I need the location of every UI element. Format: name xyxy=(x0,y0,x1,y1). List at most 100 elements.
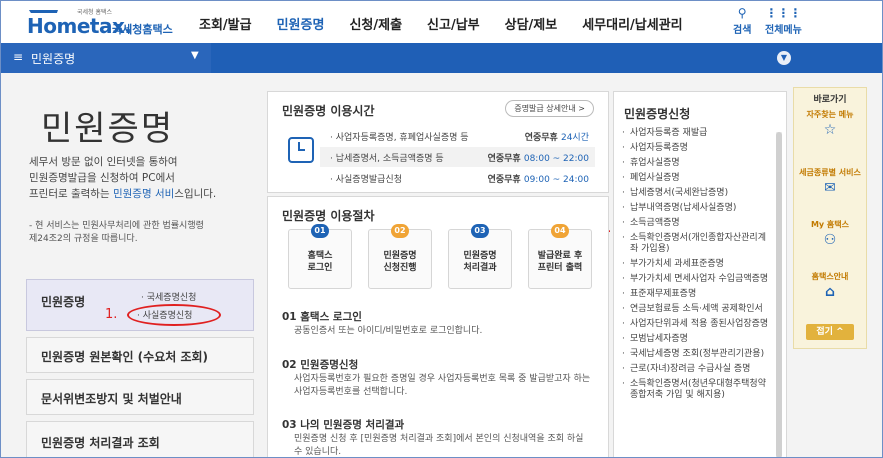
menu-result-inquiry[interactable]: 민원증명 처리결과 조회 xyxy=(26,421,254,457)
step-text: 홈택스 로그인 xyxy=(289,250,351,274)
clock-icon xyxy=(288,137,314,163)
user-icon: ⚇ xyxy=(823,232,837,248)
procedure-card: 민원증명 이용절차 01 홈택스 로그인 02 민원증명 신청진행 03 민원증명 처… xyxy=(267,196,609,457)
hours-title: 민원증명 이용시간 xyxy=(282,104,375,118)
step-number: 04 xyxy=(551,224,569,238)
apply-list-item[interactable]: 사업자등록증 재발급 xyxy=(622,128,772,139)
law-notice: - 현 서비스는 민원사무처리에 관한 법률시행령 제24조2의 규정을 따릅니… xyxy=(29,220,259,246)
menu-original-verify[interactable]: 민원증명 원본확인 (수요처 조회) xyxy=(26,337,254,373)
apply-list-item[interactable]: 연금보험료등 소득·세액 공제확인서 xyxy=(622,304,772,315)
apply-list-panel: 민원증명신청 사업자등록증 재발급사업자등록증명휴업사실증명폐업사실증명납세증명… xyxy=(613,91,787,457)
national-tax-cert-link[interactable]: · 국세증명신청 xyxy=(141,290,196,303)
procedure-item-desc: 사업자등록번호가 필요한 증명일 경우 사업자등록번호 목록 중 발급받고자 하… xyxy=(294,374,591,397)
quick-tax-type-service[interactable]: 세금종류별 서비스 ✉ xyxy=(794,168,866,196)
law-notice-line: 제24조2의 규정을 따릅니다. xyxy=(29,234,138,244)
search-label: 검색 xyxy=(733,25,752,36)
expand-circle-icon[interactable]: ▼ xyxy=(777,51,791,65)
hours-row-time: 연중무휴 08:00 ~ 22:00 xyxy=(488,151,589,164)
sub-navigation-bar: ≡ 민원증명 ▼ ▼ xyxy=(1,43,882,73)
apply-list-item[interactable]: 사업자등록증명 xyxy=(622,143,772,154)
menu-certificate[interactable]: 민원증명 · 국세증명신청 · 사실증명신청 xyxy=(26,279,254,331)
intro-line: 민원증명발급을 신청하여 PC에서 xyxy=(29,172,175,184)
apply-list-item[interactable]: 표준재무제표증명 xyxy=(622,289,772,300)
hours-card: 민원증명 이용시간 증명발급 상세안내 > · 사업자등록증명, 휴폐업사실증명… xyxy=(267,91,609,193)
quick-hometax-guide[interactable]: 홈택스안내 ⌂ xyxy=(794,272,866,300)
hours-row-prefix: 연중무휴 xyxy=(524,133,561,143)
hours-row: · 사실증명발급신청 연중무휴 09:00 ~ 24:00 xyxy=(320,168,595,188)
quick-links-panel: 바로가기 자주찾는 메뉴 ☆ 세금종류별 서비스 ✉ My 홈택스 ⚇ 홈택스안… xyxy=(793,87,867,349)
apply-list-item[interactable]: 폐업사실증명 xyxy=(622,173,772,184)
procedure-item-title: 03 나의 민원증명 처리결과 xyxy=(282,419,405,431)
step-text: 민원증명처리결과 xyxy=(449,250,511,274)
nav-item-certificate[interactable]: 민원증명 xyxy=(277,14,325,33)
procedure-item-desc: 민원증명 신청 후 [민원증명 처리결과 조회]에서 본인의 신청내역을 조회 … xyxy=(294,434,584,457)
step-number: 01 xyxy=(311,224,329,238)
procedure-steps: 01 홈택스 로그인 02 민원증명신청진행 03 민원증명처리결과 04 발급완… xyxy=(282,224,592,289)
step-text: 발급완료 후 프린터 출력 xyxy=(529,250,591,274)
grid-icon: ⋮⋮⋮ xyxy=(765,6,802,20)
nav-item-inquiry[interactable]: 조회/발급 xyxy=(199,14,252,33)
step-line: 민원증명 xyxy=(383,251,417,261)
apply-list-item[interactable]: 부가가치세 과세표준증명 xyxy=(622,259,772,270)
quick-favorite-menu[interactable]: 자주찾는 메뉴 ☆ xyxy=(794,110,866,138)
scrollbar-thumb[interactable] xyxy=(776,132,782,457)
intro-text: 세무서 방문 없이 인터넷을 통하여 민원증명발급을 신청하여 PC에서 프린터… xyxy=(29,154,259,202)
hamburger-icon: ≡ xyxy=(13,50,24,64)
apply-list-item[interactable]: 근로(자녀)장려금 수급사실 증명 xyxy=(622,364,772,375)
hours-row: · 납세증명서, 소득금액증명 등 연중무휴 08:00 ~ 22:00 xyxy=(320,147,595,167)
home-icon: ⌂ xyxy=(824,284,836,300)
intro-line: 프린터로 출력하는 민원증명 서비스입니다. xyxy=(29,186,259,202)
annotation-oval-1 xyxy=(127,304,221,326)
nav-item-apply[interactable]: 신청/제출 xyxy=(349,14,402,33)
apply-list-item[interactable]: 납부내역증명(납세사실증명) xyxy=(622,203,772,214)
intro-service-link[interactable]: 민원증명 서비 xyxy=(113,188,174,200)
star-icon: ☆ xyxy=(823,122,837,138)
apply-list-item[interactable]: 부가가치세 면세사업자 수입금액증명 xyxy=(622,274,772,285)
nav-item-report-pay[interactable]: 신고/납부 xyxy=(427,14,480,33)
section-dropdown[interactable]: ≡ 민원증명 ▼ xyxy=(1,43,211,73)
step-number: 02 xyxy=(391,224,409,238)
step-line: 프린터 출력 xyxy=(537,263,583,273)
hours-row-name-text: 납세증명서, 소득금액증명 등 xyxy=(335,154,444,164)
page-title: 민원증명 xyxy=(41,109,175,149)
quick-my-hometax[interactable]: My 홈택스 ⚇ xyxy=(794,220,866,248)
search-button[interactable]: ⚲ 검색 xyxy=(733,7,751,36)
step-line: 신청진행 xyxy=(383,263,417,273)
apply-list-item[interactable]: 국세납세증명 조회(정부관리기관용) xyxy=(622,349,772,360)
quick-item-label: 홈택스안내 xyxy=(811,272,849,281)
step-line: 처리결과 xyxy=(463,263,497,273)
hours-row-name-text: 사실증명발급신청 xyxy=(335,175,402,185)
apply-list-item[interactable]: 휴업사실증명 xyxy=(622,158,772,169)
top-header: 국세청 홈택스 Hometax. 국세청홈택스 조회/발급 민원증명 신청/제출… xyxy=(1,1,882,41)
envelope-icon: ✉ xyxy=(824,180,836,196)
procedure-item-desc: 공동인증서 또는 아이디/비밀번호로 로그인합니다. xyxy=(294,326,483,336)
apply-list-item[interactable]: 소득확인증명서(청년우대형주택청약종합저축 가입 및 해지용) xyxy=(622,379,772,401)
all-menu-button[interactable]: ⋮⋮⋮ 전체메뉴 xyxy=(765,7,802,36)
menu-result-inquiry-label: 민원증명 처리결과 조회 xyxy=(41,436,160,450)
quick-item-label: 자주찾는 메뉴 xyxy=(806,110,854,119)
step-apply: 02 민원증명신청진행 xyxy=(368,224,432,289)
intro-line: 세무서 방문 없이 인터넷을 통하여 xyxy=(29,156,178,168)
section-title: 민원증명 xyxy=(31,52,76,66)
hometax-logo[interactable]: 국세청 홈택스 Hometax. 국세청홈택스 xyxy=(24,7,177,39)
all-menu-label: 전체메뉴 xyxy=(765,25,802,36)
nav-item-consult[interactable]: 상담/제보 xyxy=(505,14,558,33)
apply-list-scrollbar[interactable] xyxy=(776,132,782,457)
hours-row-time: 연중무휴 09:00 ~ 24:00 xyxy=(488,172,589,185)
apply-list-item[interactable]: 모범납세자증명 xyxy=(622,334,772,345)
annotation-number-1: 1. xyxy=(105,307,118,322)
law-notice-line: - 현 서비스는 민원사무처리에 관한 법률시행령 xyxy=(29,221,204,231)
nav-item-agency[interactable]: 세무대리/납세관리 xyxy=(582,14,682,33)
menu-original-verify-label: 민원증명 원본확인 (수요처 조회) xyxy=(41,350,209,364)
collapse-button[interactable]: 접기 ^ xyxy=(806,324,854,340)
step-line: 민원증명 xyxy=(463,251,497,261)
apply-list-item[interactable]: 납세증명서(국세완납증명) xyxy=(622,188,772,199)
detail-guide-button[interactable]: 증명발급 상세안내 > xyxy=(505,100,594,117)
apply-list-item[interactable]: 소득확인증명서(개인종합자산관리계좌 가입용) xyxy=(622,233,772,255)
menu-forgery-prevention[interactable]: 문서위변조방지 및 처벌안내 xyxy=(26,379,254,415)
apply-list-item[interactable]: 소득금액증명 xyxy=(622,218,772,229)
step-number: 03 xyxy=(471,224,489,238)
hours-row-name: · 사업자등록증명, 휴폐업사실증명 등 xyxy=(330,133,469,143)
apply-list-item[interactable]: 사업자단위과세 적용 종된사업장증명 xyxy=(622,319,772,330)
step-login: 01 홈택스 로그인 xyxy=(288,224,352,289)
